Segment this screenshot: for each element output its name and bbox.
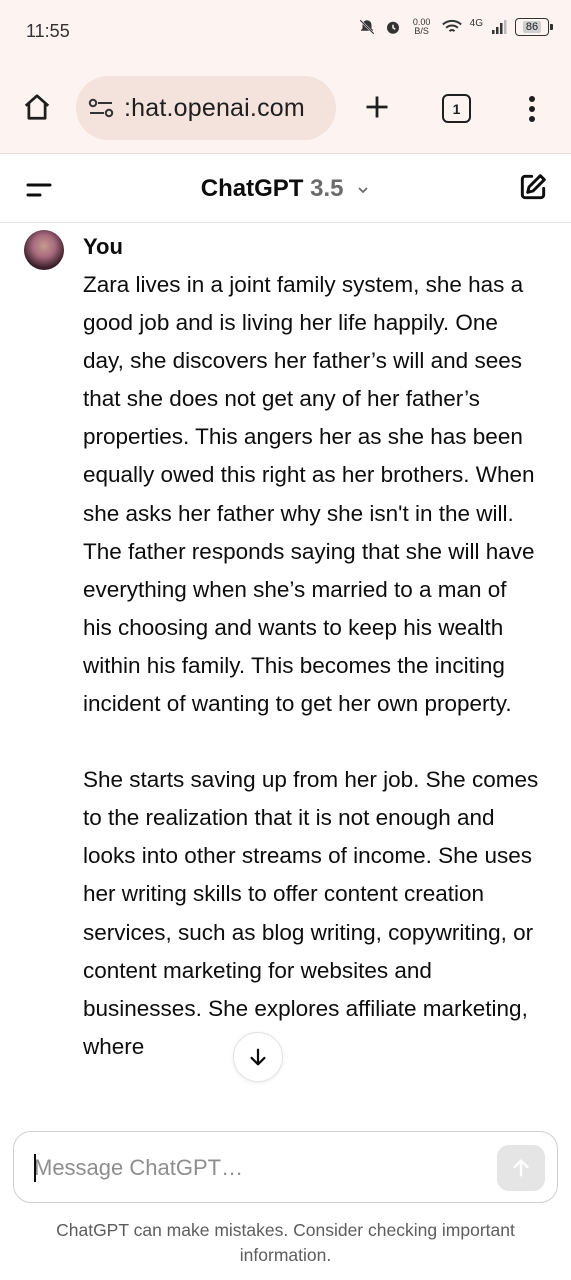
scroll-fade [0, 1080, 571, 1116]
model-version: 3.5 [310, 175, 344, 202]
message-paragraph: She starts saving up from her job. She c… [83, 767, 539, 1059]
signal-icon [492, 20, 507, 34]
more-vertical-icon [529, 96, 535, 122]
message-author: You [83, 234, 123, 259]
send-button[interactable] [497, 1145, 545, 1191]
home-icon [24, 94, 50, 120]
plus-icon [366, 96, 388, 118]
net-speed: 0.00 B/S [410, 18, 434, 36]
message-paragraph: Zara lives in a joint family system, she… [83, 272, 535, 717]
new-tab-button[interactable] [360, 90, 394, 124]
home-button[interactable] [20, 90, 54, 124]
app-title: ChatGPT [200, 175, 304, 202]
text-caret [34, 1154, 36, 1182]
new-chat-button[interactable] [517, 171, 551, 205]
model-selector[interactable]: ChatGPT 3.5 [0, 175, 571, 203]
status-time: 11:55 [26, 21, 70, 41]
status-icons: 0.00 B/S 4G 86 [358, 17, 553, 36]
alarm-icon [386, 21, 399, 34]
message-body: Zara lives in a joint family system, she… [83, 266, 541, 1104]
battery-icon: 86 [515, 18, 553, 36]
site-settings-icon[interactable] [88, 98, 114, 118]
chevron-down-icon [358, 187, 368, 193]
network-type: 4G [469, 17, 483, 29]
wifi-icon [441, 19, 462, 32]
browser-toolbar: :hat.openai.com 1 [0, 62, 571, 154]
user-avatar [24, 230, 64, 270]
scroll-to-bottom-button[interactable] [233, 1032, 283, 1082]
arrow-up-icon [513, 1159, 529, 1177]
conversation[interactable]: You Zara lives in a joint family system,… [0, 224, 571, 1116]
arrow-down-icon [250, 1048, 266, 1066]
message-composer [13, 1131, 558, 1203]
net-speed-unit: B/S [414, 26, 429, 36]
tab-switcher-button[interactable]: 1 [442, 94, 471, 123]
message-input[interactable] [34, 1152, 474, 1184]
address-bar[interactable]: :hat.openai.com [76, 76, 336, 140]
disclaimer: ChatGPT can make mistakes. Consider chec… [56, 1220, 515, 1265]
browser-menu-button[interactable] [522, 92, 542, 126]
edit-icon [520, 174, 546, 200]
status-bar: 11:55 0.00 B/S 4G 86 [0, 0, 571, 62]
chat-header: ChatGPT 3.5 [0, 155, 571, 223]
battery-level: 86 [522, 21, 542, 33]
bell-muted-icon [359, 19, 375, 35]
url-text: :hat.openai.com [124, 93, 305, 122]
